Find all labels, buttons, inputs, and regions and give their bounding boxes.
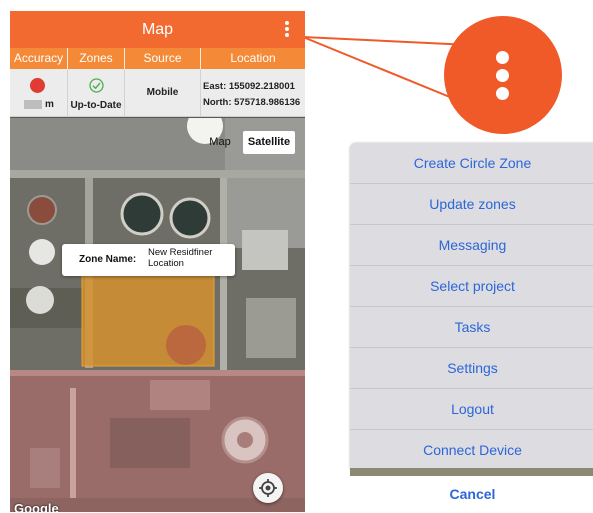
info-column-headers: Accuracy Zones Source Location [10, 48, 305, 69]
accuracy-unit: m [45, 99, 54, 110]
map-type-toggle: Map Satellite [197, 131, 295, 154]
connector-line-bottom [302, 36, 463, 103]
more-options-callout-icon [444, 16, 562, 134]
source-cell: Mobile [125, 69, 201, 116]
google-attribution: Google [14, 501, 59, 512]
zones-cell: Up-to-Date [68, 69, 125, 116]
map-type-satellite-button[interactable]: Satellite [243, 131, 295, 154]
source-value: Mobile [146, 87, 179, 98]
accuracy-value-redacted [24, 100, 42, 109]
menu-item-logout[interactable]: Logout [350, 389, 593, 430]
accuracy-status-dot-icon [30, 78, 45, 93]
header-source: Source [125, 48, 201, 69]
menu-item-create-circle-zone[interactable]: Create Circle Zone [350, 143, 593, 184]
menu-item-update-zones[interactable]: Update zones [350, 184, 593, 225]
menu-item-messaging[interactable]: Messaging [350, 225, 593, 266]
connector-line-top [302, 36, 471, 46]
zones-status: Up-to-Date [70, 100, 122, 111]
options-action-sheet: Create Circle Zone Update zones Messagin… [350, 143, 593, 473]
map-imagery [10, 118, 305, 512]
menu-item-select-project[interactable]: Select project [350, 266, 593, 307]
sheet-backdrop-strip [350, 468, 593, 476]
more-options-icon[interactable] [283, 21, 291, 39]
header-accuracy: Accuracy [10, 48, 68, 69]
menu-item-tasks[interactable]: Tasks [350, 307, 593, 348]
map-type-map-button[interactable]: Map [197, 131, 243, 154]
app-header: Map [10, 11, 305, 48]
phone-screen: Map Accuracy Zones Source Location m Up-… [10, 11, 305, 512]
accuracy-cell: m [10, 69, 68, 116]
satellite-map[interactable]: Map Satellite Zone Name: New Residfiner … [10, 118, 305, 512]
header-zones: Zones [68, 48, 125, 69]
zone-name-label: Zone Name: [79, 254, 137, 265]
page-title: Map [141, 21, 174, 38]
zone-name-value: New Residfiner Location [148, 247, 213, 269]
menu-item-connect-device[interactable]: Connect Device [350, 430, 593, 471]
cancel-button[interactable]: Cancel [350, 476, 593, 513]
zone-info-tooltip[interactable]: Zone Name: New Residfiner Location [62, 244, 235, 276]
east-coordinate: East: 155092.218001 [203, 81, 295, 92]
location-cell: East: 155092.218001 North: 575718.986136 [201, 69, 305, 116]
header-location: Location [230, 51, 276, 65]
north-coordinate: North: 575718.986136 [203, 97, 301, 108]
check-circle-icon [89, 78, 104, 93]
my-location-button[interactable] [253, 473, 283, 503]
screenshot-canvas: Map Accuracy Zones Source Location m Up-… [0, 0, 593, 513]
crosshair-icon [259, 479, 277, 497]
info-bar: m Up-to-Date Mobile East: 155092.218001 … [10, 69, 305, 117]
menu-item-settings[interactable]: Settings [350, 348, 593, 389]
